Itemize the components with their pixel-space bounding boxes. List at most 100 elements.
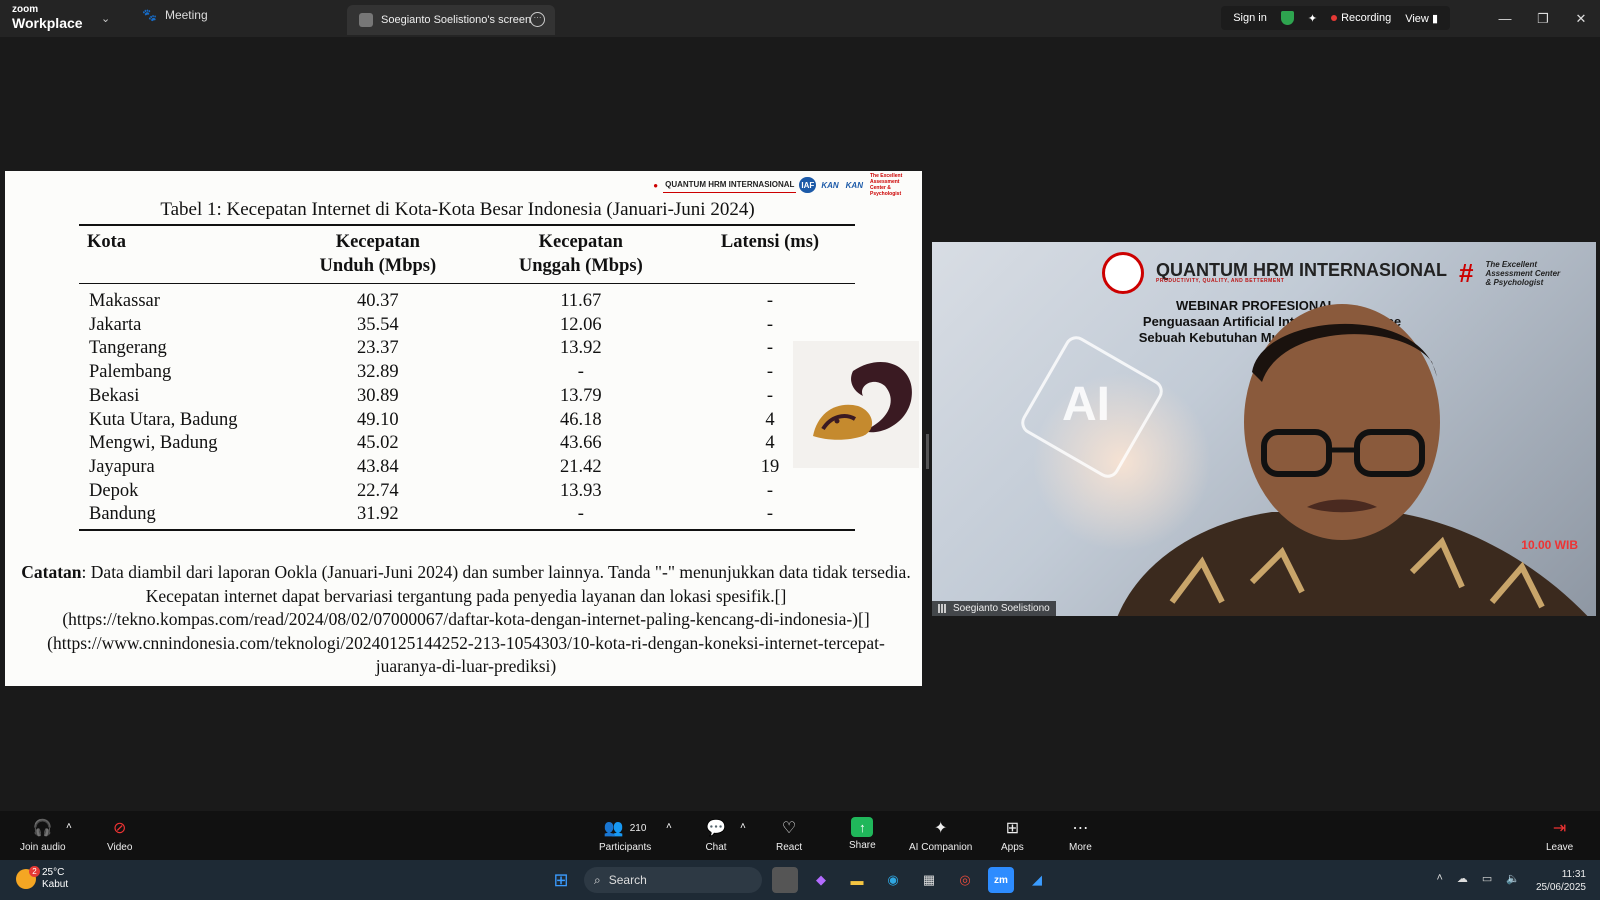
webinar-logos: QUANTUM HRM INTERNASIONAL PRODUCTIVITY, Q… [1102, 252, 1565, 294]
recording-indicator[interactable]: Recording [1331, 12, 1391, 24]
cell-unggah: 21.42 [559, 456, 602, 477]
table-row: Jakarta 35.54 12.06 - [79, 314, 855, 338]
table-row: Bandung 31.92 - - [79, 503, 855, 530]
cell-unduh: 43.84 [357, 456, 399, 477]
tab-shared-screen[interactable]: Soegianto Soelistiono's screen ··· [347, 5, 555, 35]
header-kota: Kota [79, 225, 279, 284]
title-bar: zoom Workplace ⌄ 🐾 Meeting Soegianto Soe… [0, 0, 1600, 37]
windows-taskbar: 2 25°C Kabut ⊞ ⌕ Search ◆ ▬ ◉ ▦ ◎ zm ◢ ˄ ☁… [0, 860, 1600, 900]
more-options-icon[interactable]: ··· [530, 12, 545, 27]
network-icon[interactable]: ▭ [1482, 872, 1492, 885]
video-button[interactable]: ⊘ Video [107, 817, 132, 853]
view-button[interactable]: View ▮ [1405, 12, 1438, 25]
restore-icon[interactable]: ❐ [1524, 0, 1562, 37]
weather-widget[interactable]: 2 25°C Kabut [16, 866, 69, 891]
header-unduh: Kecepatan Unduh (Mbps) [279, 225, 477, 284]
panel-resize-handle[interactable] [926, 434, 929, 469]
shield-icon[interactable] [1280, 11, 1294, 25]
recording-label: Recording [1341, 12, 1392, 24]
participants-chevron-icon[interactable]: ˄ [666, 821, 672, 832]
cell-latensi: - [766, 314, 774, 335]
app-icon[interactable]: ◢ [1024, 867, 1050, 893]
logo-kan-2: KAN [845, 180, 863, 190]
cell-kota: Mengwi, Badung [89, 433, 218, 454]
share-button[interactable]: ↑ Share [849, 817, 876, 851]
sparkle-icon[interactable]: ✦ [1308, 12, 1317, 25]
headphones-icon: 🎧 [32, 820, 53, 837]
cell-kota: Makassar [89, 291, 160, 311]
hashtag-icon: # [1458, 257, 1474, 288]
more-button[interactable]: ⋯ More [1069, 817, 1092, 853]
clock-date: 25/06/2025 [1535, 882, 1586, 893]
react-button[interactable]: ♡ React [776, 817, 802, 853]
weather-condition: Kabut [42, 879, 69, 890]
close-icon[interactable]: ✕ [1562, 0, 1600, 37]
note-text: : Data diambil dari laporan Ookla (Janua… [47, 562, 911, 676]
taskbar-search[interactable]: ⌕ Search [584, 867, 762, 893]
zoom-taskbar-icon[interactable]: zm [988, 867, 1014, 893]
participant-name-tag: Soegianto Soelistiono [932, 601, 1056, 616]
cell-unduh: 49.10 [357, 409, 399, 430]
volume-icon[interactable]: 🔈 [1506, 872, 1520, 885]
cell-kota: Kuta Utara, Badung [89, 409, 238, 430]
participants-count: 210 [629, 822, 647, 834]
tab-meeting-label: Meeting [164, 8, 208, 22]
weather-temp: 25°C [42, 867, 65, 878]
audio-options-chevron-icon[interactable]: ˄ [66, 821, 72, 832]
windows-start-icon[interactable]: ⊞ [548, 867, 574, 893]
table-row: Kuta Utara, Badung 49.10 46.18 4 [79, 409, 855, 433]
header-unggah-line2: Unggah (Mbps) [518, 256, 643, 276]
minimize-icon[interactable]: — [1486, 0, 1524, 37]
chat-icon: 💬 [706, 820, 726, 837]
participant-video[interactable]: AI QUANTUM HRM INTERNASIONAL PRODUCTIVITY… [932, 242, 1596, 616]
header-unduh-line1: Kecepatan [335, 232, 420, 252]
cell-latensi: - [766, 480, 774, 501]
cell-kota: Jayapura [89, 456, 155, 477]
cell-unggah: 13.79 [559, 385, 602, 406]
clock-time: 11:31 [1561, 869, 1586, 880]
participants-button[interactable]: 👥 210 Participants [599, 817, 651, 853]
tab-meeting[interactable]: 🐾 Meeting [142, 8, 208, 22]
header-kota-label: Kota [87, 232, 127, 252]
leave-button[interactable]: ⇥ Leave [1546, 817, 1573, 853]
join-audio-button[interactable]: 🎧 Join audio [20, 817, 66, 853]
file-explorer-icon[interactable]: ▬ [844, 867, 870, 893]
sign-in-button[interactable]: Sign in [1233, 12, 1267, 24]
chrome-icon[interactable]: ◎ [952, 867, 978, 893]
mascot-drawing [813, 362, 912, 440]
cell-kota: Bekasi [89, 385, 140, 406]
table-row: Bekasi 30.89 13.79- [79, 385, 855, 409]
quantum-logo-text: QUANTUM HRM INTERNASIONAL [1156, 260, 1447, 280]
more-label: More [1069, 842, 1092, 853]
chevron-down-icon[interactable]: ⌄ [101, 12, 110, 25]
logo-iaf: IAF [799, 177, 817, 193]
video-label: Video [107, 842, 133, 853]
join-audio-label: Join audio [20, 842, 66, 853]
avatar [359, 13, 373, 27]
presenter-figure [1117, 304, 1588, 616]
table-row: Tangerang 23.37 13.92- [79, 337, 855, 361]
chevron-up-icon[interactable]: ˄ [1436, 872, 1442, 885]
copilot-icon[interactable]: ◆ [808, 867, 834, 893]
store-icon[interactable]: ▦ [916, 867, 942, 893]
search-icon: ⌕ [594, 872, 601, 887]
shared-screen-content: ● QUANTUM HRM INTERNASIONAL IAF KAN KAN … [5, 171, 922, 686]
task-view-icon[interactable] [772, 867, 798, 893]
tab-screen-label: Soegianto Soelistiono's screen [381, 14, 532, 26]
system-clock[interactable]: 11:31 25/06/2025 [1536, 868, 1586, 894]
cell-unggah: 46.18 [559, 409, 602, 430]
cell-unduh: 40.37 [357, 291, 399, 311]
weather-icon: 2 [16, 866, 40, 889]
apps-button[interactable]: ⊞ Apps [1001, 817, 1024, 853]
table-header-row: Kota Kecepatan Unduh (Mbps) Kecepatan Ungg… [79, 225, 855, 284]
cloud-icon[interactable]: ☁ [1457, 872, 1468, 885]
chat-button[interactable]: 💬 Chat [705, 817, 727, 853]
background-ai-text: AI [1062, 378, 1110, 431]
ai-companion-button[interactable]: ✦ AI Companion [909, 817, 972, 853]
logo-excellent: The Excellent Assessment Center & Psycho… [870, 173, 903, 197]
chat-chevron-icon[interactable]: ˄ [740, 821, 746, 832]
quantum-logo-tagline: PRODUCTIVITY, QUALITY, AND BETTERMENT [1156, 278, 1285, 284]
edge-icon[interactable]: ◉ [880, 867, 906, 893]
share-icon: ↑ [851, 817, 874, 837]
cell-unggah: 13.92 [559, 338, 602, 359]
